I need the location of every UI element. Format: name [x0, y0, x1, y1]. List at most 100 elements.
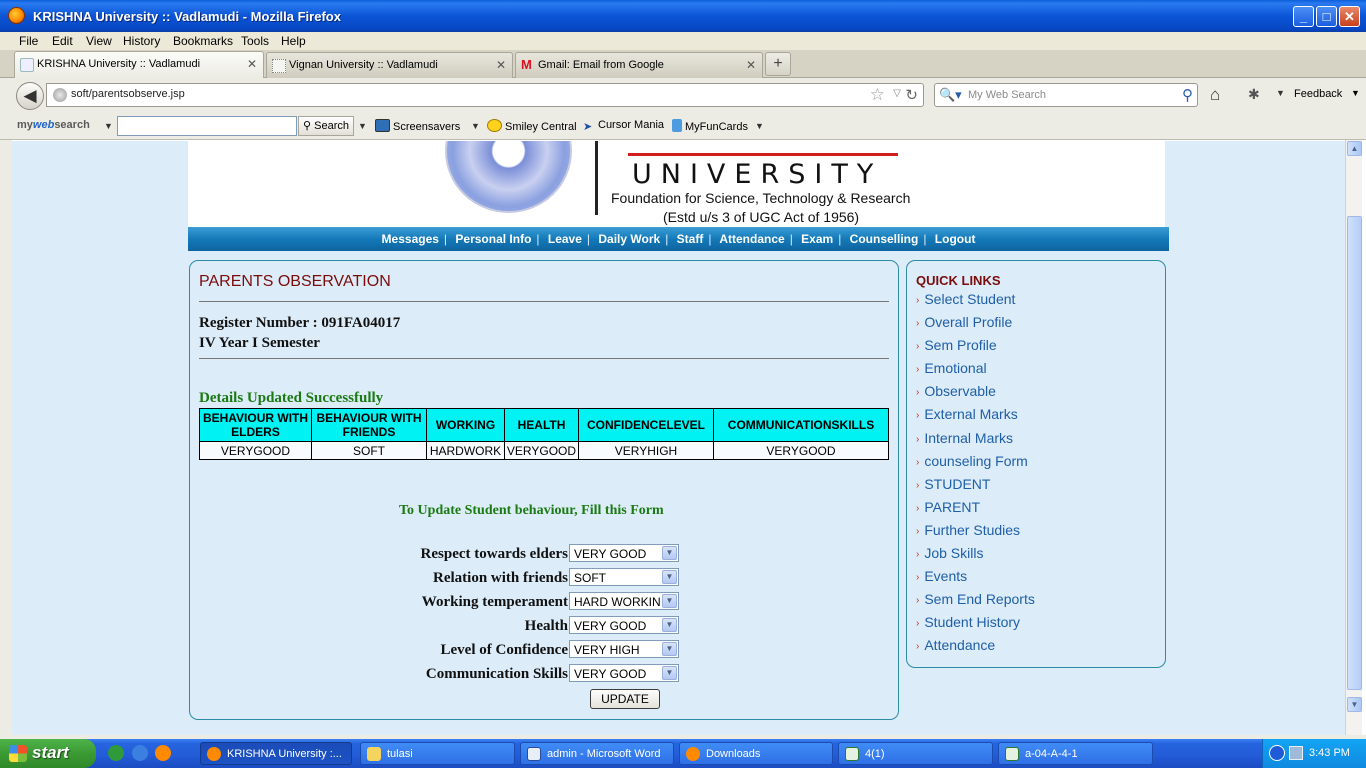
- scroll-up-arrow[interactable]: ▲: [1347, 141, 1362, 156]
- menu-tools[interactable]: Tools: [241, 34, 269, 48]
- quick-link-item[interactable]: › counseling Form: [916, 453, 1035, 476]
- back-button[interactable]: ◀: [16, 82, 44, 110]
- vertical-scrollbar[interactable]: ▲ ▼: [1345, 140, 1362, 735]
- nav-logout[interactable]: Logout: [935, 232, 976, 246]
- menu-view[interactable]: View: [86, 34, 112, 48]
- tray-expand-icon[interactable]: [1269, 745, 1285, 761]
- chevron-down-icon[interactable]: ▼: [662, 642, 677, 656]
- nav-daily-work[interactable]: Daily Work: [598, 232, 660, 246]
- nav-staff[interactable]: Staff: [677, 232, 704, 246]
- firefox-icon[interactable]: [155, 745, 171, 761]
- menu-edit[interactable]: Edit: [52, 34, 73, 48]
- chevron-down-icon[interactable]: ▼: [662, 570, 677, 584]
- nav-leave[interactable]: Leave: [548, 232, 582, 246]
- tab-krishna[interactable]: KRISHNA University :: Vadlamudi ✕: [14, 51, 264, 78]
- myfuncards-button[interactable]: MyFunCards: [672, 119, 748, 133]
- quick-link-item[interactable]: › Observable: [916, 383, 1035, 406]
- addon-icon[interactable]: ✱: [1248, 86, 1260, 103]
- home-icon[interactable]: ⌂: [1210, 85, 1220, 105]
- scroll-down-arrow[interactable]: ▼: [1347, 697, 1362, 712]
- menu-history[interactable]: History: [123, 34, 160, 48]
- chevron-down-icon[interactable]: ▼: [1276, 88, 1285, 98]
- chevron-down-icon[interactable]: ▼: [358, 121, 367, 131]
- tab-gmail[interactable]: M Gmail: Email from Google ✕: [515, 52, 763, 78]
- friends-select[interactable]: SOFT ▼: [569, 568, 679, 586]
- url-dropdown-icon[interactable]: ▽: [893, 88, 901, 99]
- quick-link-item[interactable]: › Emotional: [916, 360, 1035, 383]
- minimize-button[interactable]: _: [1293, 6, 1314, 27]
- bookmark-star-icon[interactable]: ☆: [870, 85, 885, 105]
- network-icon[interactable]: [1289, 746, 1303, 760]
- window-titlebar[interactable]: KRISHNA University :: Vadlamudi - Mozill…: [0, 0, 1366, 32]
- close-icon[interactable]: ✕: [746, 58, 756, 72]
- chevron-down-icon[interactable]: ▼: [755, 121, 764, 131]
- health-select[interactable]: VERY GOOD ▼: [569, 616, 679, 634]
- quick-link-item[interactable]: › Internal Marks: [916, 430, 1035, 453]
- confidence-select[interactable]: VERY HIGH ▼: [569, 640, 679, 658]
- task-downloads[interactable]: Downloads: [679, 742, 833, 765]
- start-button[interactable]: start: [0, 739, 96, 768]
- toolbar-search-button[interactable]: ⚲ Search: [298, 116, 354, 136]
- nav-personal-info[interactable]: Personal Info: [455, 232, 531, 246]
- quick-link-item[interactable]: › External Marks: [916, 406, 1035, 429]
- quick-link-item[interactable]: › Job Skills: [916, 545, 1035, 568]
- task-tulasi[interactable]: tulasi: [360, 742, 515, 765]
- update-button[interactable]: UPDATE: [590, 689, 660, 709]
- close-button[interactable]: ✕: [1339, 6, 1360, 27]
- task-excel-4[interactable]: 4(1): [838, 742, 993, 765]
- communication-select[interactable]: VERY GOOD ▼: [569, 664, 679, 682]
- elders-select[interactable]: VERY GOOD ▼: [569, 544, 679, 562]
- menu-help[interactable]: Help: [281, 34, 306, 48]
- task-firefox[interactable]: KRISHNA University :...: [200, 742, 352, 765]
- new-tab-button[interactable]: +: [765, 52, 791, 76]
- screensavers-button[interactable]: Screensavers: [375, 119, 460, 133]
- chevron-down-icon[interactable]: ▼: [662, 618, 677, 632]
- quick-link-item[interactable]: › PARENT: [916, 499, 1035, 522]
- nav-messages[interactable]: Messages: [382, 232, 439, 246]
- feedback-button[interactable]: Feedback: [1294, 88, 1342, 100]
- working-select[interactable]: HARD WORKING▼: [569, 592, 679, 610]
- nav-exam[interactable]: Exam: [801, 232, 833, 246]
- chevron-down-icon[interactable]: ▼: [662, 546, 677, 560]
- page-icon: [20, 58, 34, 72]
- quick-link-item[interactable]: › STUDENT: [916, 476, 1035, 499]
- maximize-button[interactable]: □: [1316, 6, 1337, 27]
- menu-file[interactable]: File: [19, 34, 38, 48]
- mywebsearch-logo[interactable]: mywebsearch: [17, 119, 90, 131]
- smiley-central-button[interactable]: Smiley Central: [487, 119, 577, 133]
- chevron-down-icon[interactable]: ▼: [1351, 88, 1360, 98]
- cursor-mania-button[interactable]: ➤ Cursor Mania: [583, 119, 664, 133]
- quick-link-item[interactable]: › Sem End Reports: [916, 591, 1035, 614]
- search-engine-icon[interactable]: 🔍▾: [939, 87, 962, 103]
- utorrent-icon[interactable]: [108, 745, 124, 761]
- quick-link-item[interactable]: › Sem Profile: [916, 337, 1035, 360]
- scroll-thumb[interactable]: [1347, 216, 1362, 690]
- quick-link-item[interactable]: › Events: [916, 568, 1035, 591]
- toolbar-search-input[interactable]: [117, 116, 297, 136]
- reload-icon[interactable]: ↻: [905, 86, 918, 104]
- chevron-down-icon[interactable]: ▼: [662, 666, 677, 680]
- chevron-down-icon[interactable]: ▼: [104, 121, 113, 131]
- internet-explorer-icon[interactable]: [132, 745, 148, 761]
- search-bar[interactable]: 🔍▾ My Web Search ⚲: [934, 83, 1198, 107]
- quick-link-item[interactable]: › Attendance: [916, 637, 1035, 660]
- chevron-down-icon[interactable]: ▼: [471, 121, 480, 131]
- table-cell: HARDWORK: [426, 441, 505, 460]
- task-word[interactable]: admin - Microsoft Word: [520, 742, 674, 765]
- task-excel-a04[interactable]: a-04-A-4-1: [998, 742, 1153, 765]
- quick-link-item[interactable]: › Overall Profile: [916, 314, 1035, 337]
- bullet-icon: ›: [916, 641, 920, 653]
- quick-link-item[interactable]: › Student History: [916, 614, 1035, 637]
- task-label: 4(1): [865, 748, 885, 760]
- url-bar[interactable]: soft/parentsobserve.jsp ☆ ▽ ↻: [46, 83, 924, 107]
- chevron-down-icon[interactable]: ▼: [662, 594, 677, 608]
- nav-attendance[interactable]: Attendance: [719, 232, 784, 246]
- close-icon[interactable]: ✕: [247, 57, 257, 71]
- nav-counselling[interactable]: Counselling: [850, 232, 919, 246]
- close-icon[interactable]: ✕: [496, 58, 506, 72]
- quick-link-item[interactable]: › Further Studies: [916, 522, 1035, 545]
- search-go-icon[interactable]: ⚲: [1182, 86, 1193, 104]
- quick-link-item[interactable]: › Select Student: [916, 291, 1035, 314]
- menu-bookmarks[interactable]: Bookmarks: [173, 34, 233, 48]
- tab-vignan[interactable]: Vignan University :: Vadlamudi ✕: [266, 52, 513, 78]
